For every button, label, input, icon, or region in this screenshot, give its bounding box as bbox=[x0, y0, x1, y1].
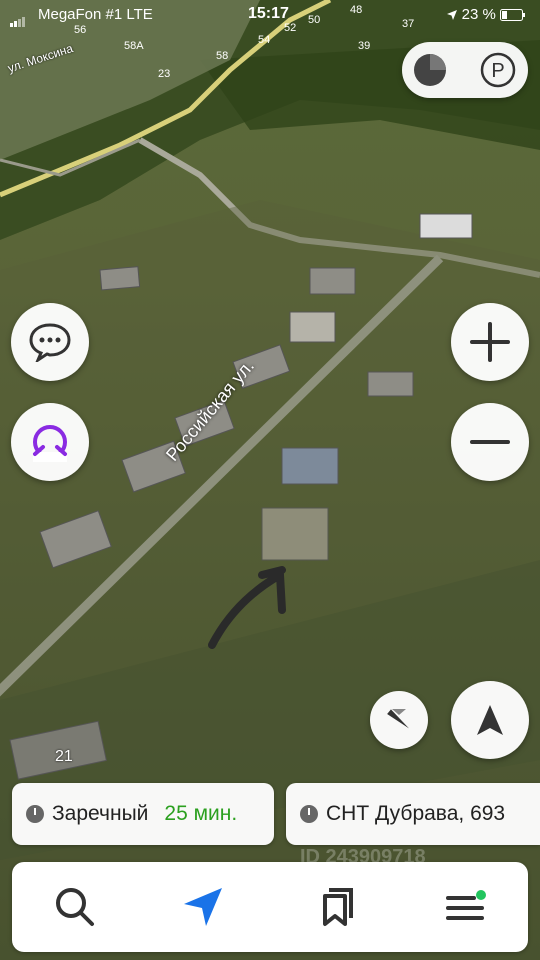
layers-icon[interactable] bbox=[410, 50, 450, 90]
svg-text:P: P bbox=[491, 60, 504, 82]
route-label: Заречный bbox=[52, 802, 149, 825]
search-icon[interactable] bbox=[52, 884, 98, 930]
lot-number: 21 bbox=[55, 748, 73, 765]
location-arrow-icon bbox=[447, 10, 458, 21]
house-number: 23 bbox=[158, 68, 171, 80]
parking-icon[interactable]: P bbox=[478, 50, 518, 90]
chat-button[interactable] bbox=[11, 303, 89, 381]
zoom-out-button[interactable] bbox=[451, 403, 529, 481]
carrier-label: MegaFon #1 LTE bbox=[38, 6, 153, 23]
clock: 15:17 bbox=[248, 5, 289, 22]
house-number: 58A bbox=[124, 40, 144, 52]
status-bar: MegaFon #1 LTE 15:17 23 % bbox=[0, 0, 540, 30]
compass-icon bbox=[387, 709, 409, 729]
route-card-work[interactable]: СНТ Дубрава, 693 bbox=[286, 783, 540, 845]
route-eta: 25 мин. bbox=[164, 802, 238, 825]
clock-icon bbox=[26, 805, 44, 823]
battery-label: 23 % bbox=[447, 6, 526, 23]
battery-icon bbox=[500, 9, 525, 22]
house-number: 54 bbox=[258, 34, 271, 46]
chat-bubble-icon bbox=[29, 323, 71, 362]
minus-icon bbox=[470, 440, 510, 444]
plus-icon bbox=[470, 322, 510, 362]
navigation-arrow-icon bbox=[477, 705, 503, 735]
notification-dot bbox=[476, 890, 486, 900]
navigator-icon[interactable] bbox=[180, 884, 226, 930]
house-number: 58 bbox=[216, 50, 229, 62]
my-location-button[interactable] bbox=[451, 681, 529, 759]
house-number: 39 bbox=[358, 40, 371, 52]
alice-assistant-button[interactable] bbox=[11, 403, 89, 481]
map-layers-control: P bbox=[402, 42, 528, 98]
zoom-in-button[interactable] bbox=[451, 303, 529, 381]
menu-icon[interactable] bbox=[442, 884, 488, 930]
clock-icon bbox=[300, 805, 318, 823]
route-label: СНТ Дубрава, 693 bbox=[326, 802, 506, 825]
bottom-tab-bar bbox=[12, 862, 528, 952]
bookmarks-icon[interactable] bbox=[312, 884, 358, 930]
signal-icon bbox=[10, 10, 26, 27]
route-card-home[interactable]: Заречный 25 мин. bbox=[12, 783, 274, 845]
alice-icon bbox=[33, 425, 67, 462]
compass-button[interactable] bbox=[370, 691, 428, 749]
